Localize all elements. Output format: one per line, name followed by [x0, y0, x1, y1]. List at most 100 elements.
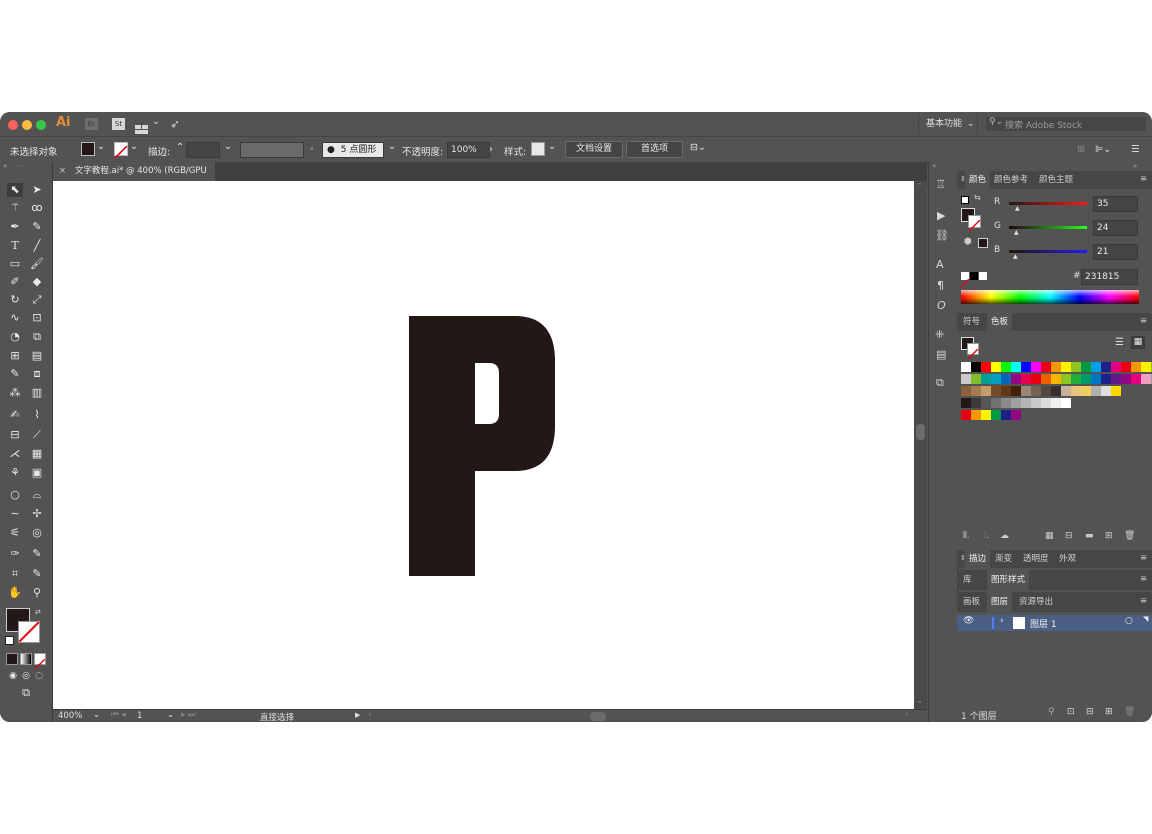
gradient-swatch-icon[interactable]: ▣ — [29, 466, 45, 480]
color-swatch[interactable] — [1031, 398, 1041, 408]
color-swatch[interactable] — [1021, 374, 1031, 384]
color-swatch[interactable] — [1071, 374, 1081, 384]
tab-asset-export[interactable]: 资源导出 — [1015, 592, 1057, 610]
tab-symbols[interactable]: 符号 — [959, 313, 984, 331]
color-swatch[interactable] — [971, 374, 981, 384]
mesh-tool-icon[interactable]: ⊞ — [7, 349, 23, 363]
color-swatch[interactable] — [1031, 374, 1041, 384]
pen-tool-icon[interactable]: ✒ — [7, 220, 23, 234]
color-swatch[interactable] — [1041, 398, 1051, 408]
draw-inside-icon[interactable]: ◌ — [31, 669, 47, 683]
color-swatch[interactable] — [1001, 362, 1011, 372]
color-swatch[interactable] — [1001, 398, 1011, 408]
stroke-weight-input[interactable] — [186, 142, 220, 158]
curvature-tool-icon[interactable]: ✎ — [29, 220, 45, 234]
warp-tool-icon[interactable]: ∿ — [7, 311, 23, 325]
tab-appearance[interactable]: 外观 — [1055, 550, 1080, 568]
swatch-options-icon[interactable]: ⊟ — [1065, 531, 1073, 541]
color-swatch[interactable] — [981, 398, 991, 408]
hand-tool-icon[interactable]: ✋ — [7, 586, 23, 600]
color-swatch[interactable] — [1071, 386, 1081, 396]
color-swatch[interactable] — [1131, 374, 1141, 384]
visibility-eye-icon[interactable]: 👁 — [963, 616, 974, 626]
vertical-scrollbar[interactable]: ⌃ ⌄ — [914, 181, 927, 709]
paragraph-icon[interactable]: ¶ — [937, 279, 944, 292]
free-transform-icon[interactable]: ⊡ — [29, 311, 45, 325]
transform-icon[interactable]: ⊞ — [1077, 144, 1085, 155]
perspective-grid-icon[interactable]: ⧉ — [29, 330, 45, 344]
color-swatch[interactable] — [1011, 386, 1021, 396]
color-swatch[interactable] — [971, 362, 981, 372]
layer-name[interactable]: 图层 1 — [1030, 617, 1057, 630]
color-swatch[interactable] — [981, 362, 991, 372]
minimize-window-button[interactable] — [22, 120, 32, 130]
column-graph-icon[interactable]: ▥ — [29, 386, 45, 400]
green-slider-thumb[interactable]: ▲ — [1014, 229, 1019, 236]
tab-layers[interactable]: 图层 — [987, 592, 1013, 612]
color-swatch[interactable] — [1031, 386, 1041, 396]
color-swatch[interactable] — [981, 374, 991, 384]
color-swatch[interactable] — [1011, 374, 1021, 384]
delete-layer-icon[interactable]: 🗑 — [1124, 707, 1135, 717]
color-swatch[interactable] — [961, 374, 971, 384]
align-icon[interactable]: ⊟⌄ — [690, 142, 706, 153]
green-value-input[interactable]: 24 — [1093, 220, 1138, 236]
shaper-tool-icon[interactable]: ✐ — [7, 275, 23, 289]
color-swatch[interactable] — [1011, 410, 1021, 420]
rotate-tool-icon[interactable]: ↻ — [7, 293, 23, 307]
none-mode-icon[interactable] — [34, 653, 46, 670]
graphic-style-swatch[interactable] — [531, 142, 545, 156]
color-swatch[interactable] — [1131, 362, 1141, 372]
live-paint-icon[interactable]: ⚘ — [7, 466, 23, 480]
swatch-kind-icon[interactable]: ⫶. — [984, 531, 989, 541]
type-tool-icon[interactable]: T — [7, 239, 23, 253]
zoom-level[interactable]: 400% — [58, 711, 82, 721]
lasso-icon[interactable]: ꝏ — [29, 201, 45, 215]
tab-color-themes[interactable]: 颜色主题 — [1035, 171, 1077, 189]
status-menu-icon[interactable]: ▶ — [355, 711, 360, 719]
direct-selection-tool-icon[interactable]: ➤ — [29, 183, 45, 197]
color-swatch[interactable] — [1011, 362, 1021, 372]
target-circle-icon[interactable]: ○ — [1125, 616, 1133, 626]
close-window-button[interactable] — [8, 120, 18, 130]
horizontal-scroll-thumb[interactable] — [590, 712, 606, 721]
tab-stroke[interactable]: 描边 — [965, 550, 991, 568]
tab-gradient[interactable]: 渐变 — [991, 550, 1016, 568]
add-anchor-icon[interactable]: ✢ — [29, 507, 45, 521]
opacity-input[interactable]: 100% — [447, 142, 490, 158]
color-swatch[interactable] — [981, 386, 991, 396]
red-slider-thumb[interactable]: ▲ — [1015, 205, 1020, 212]
color-swatch[interactable] — [961, 386, 971, 396]
new-layer-icon[interactable]: ⊞ — [1105, 707, 1113, 717]
bridge-icon[interactable]: Br — [85, 118, 98, 130]
color-swatch[interactable] — [1061, 398, 1071, 408]
color-swatch[interactable] — [1051, 398, 1061, 408]
crop-tool-icon[interactable]: ⌗ — [7, 567, 23, 581]
color-swatch[interactable] — [1081, 374, 1091, 384]
delete-swatch-icon[interactable]: 🗑 — [1124, 531, 1135, 541]
scroll-up-icon[interactable]: ⌃ — [917, 182, 923, 190]
color-swatch[interactable] — [1061, 386, 1071, 396]
stroke-swatch-large[interactable] — [18, 621, 40, 643]
color-swatch[interactable] — [1101, 362, 1111, 372]
color-swatch[interactable] — [1081, 386, 1091, 396]
color-swatch[interactable] — [1021, 398, 1031, 408]
character-icon[interactable]: A — [936, 258, 944, 271]
variable-width-profile[interactable] — [240, 142, 304, 158]
brush-definition[interactable]: ● 5 点圆形 — [322, 142, 384, 158]
stock-icon[interactable]: St — [112, 118, 125, 130]
blue-slider[interactable] — [1009, 250, 1087, 253]
artboard-canvas[interactable]: P — [53, 181, 914, 709]
panel-menu-icon[interactable]: ☰ — [1131, 144, 1140, 155]
artboard-number[interactable]: 1 — [137, 711, 142, 721]
feather-tool-icon[interactable]: ⚟ — [7, 526, 23, 540]
close-tab-icon[interactable]: × — [59, 166, 66, 176]
color-picker-icon[interactable]: ✎ — [29, 567, 45, 581]
color-swatch[interactable] — [1091, 374, 1101, 384]
new-group-icon[interactable]: ▬ — [1085, 531, 1094, 541]
document-setup-button[interactable]: 文档设置 — [565, 141, 623, 158]
hex-value-input[interactable]: 231815 — [1081, 269, 1138, 285]
document-tab[interactable]: × 文字教程.ai* @ 400% (RGB/GPU 预览) — [53, 162, 215, 195]
isolate-icon[interactable]: ⊫⌄ — [1095, 144, 1111, 155]
blue-value-input[interactable]: 21 — [1093, 244, 1138, 260]
